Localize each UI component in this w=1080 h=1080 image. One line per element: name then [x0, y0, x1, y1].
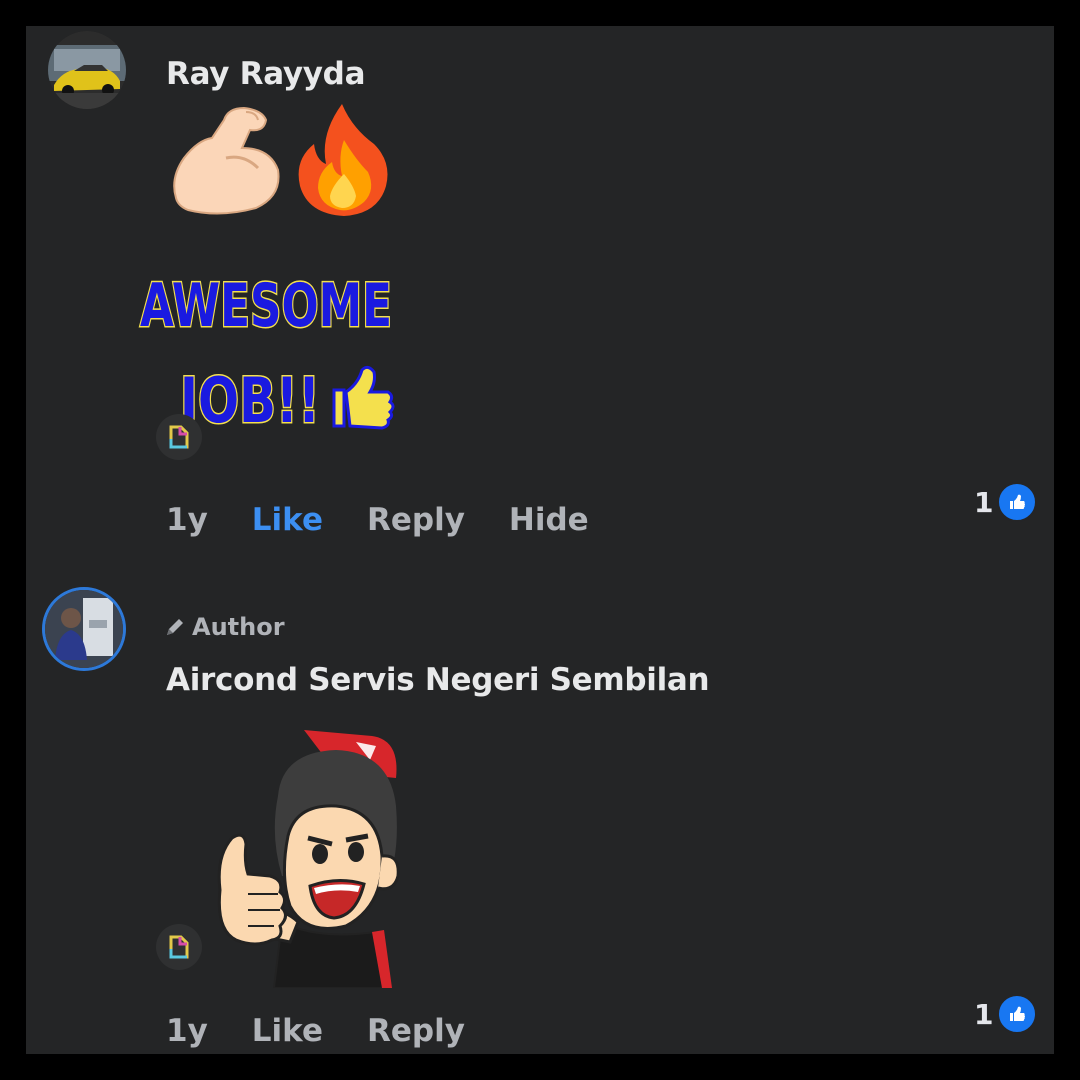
timestamp[interactable]: 1y: [166, 502, 208, 538]
avatar-car-image: [48, 31, 126, 109]
sticker-file-icon: [169, 425, 189, 449]
timestamp[interactable]: 1y: [166, 1013, 208, 1049]
emoji-row: [166, 98, 396, 222]
avatar-photo: [45, 590, 123, 668]
comment-author-name[interactable]: Ray Rayyda: [166, 56, 366, 92]
author-badge: Author: [164, 613, 285, 641]
reply-button[interactable]: Reply: [367, 1013, 465, 1049]
sticker-file-icon: [169, 935, 189, 959]
reaction-summary[interactable]: 1: [974, 994, 1038, 1034]
author-badge-label: Author: [192, 613, 285, 641]
avatar[interactable]: [48, 31, 126, 109]
thumbs-up-icon: [217, 833, 287, 946]
author-avatar[interactable]: [42, 587, 126, 671]
awesome-job-sticker[interactable]: AWESOME JOB!!: [136, 254, 396, 439]
sticker-badge: [156, 924, 202, 970]
flexed-biceps-icon: [173, 106, 280, 215]
comment-thread: Ray Rayyda AWESOME JOB!! 1y Like Reply H…: [26, 26, 1054, 1054]
reaction-count: 1: [974, 997, 994, 1031]
reply-button[interactable]: Reply: [367, 502, 465, 538]
fire-icon: [298, 104, 388, 216]
like-reaction-icon: [997, 482, 1038, 522]
pencil-icon: [167, 619, 183, 635]
sticker-line-1: AWESOME: [140, 271, 392, 341]
reaction-count: 1: [974, 485, 994, 519]
sticker-line-2: JOB!!: [177, 364, 320, 434]
comment-actions: 1y Like Reply Hide: [166, 502, 589, 538]
hide-button[interactable]: Hide: [509, 502, 589, 538]
like-reaction-icon: [997, 994, 1038, 1034]
thumbs-up-icon: [332, 365, 395, 430]
sticker-badge: [156, 414, 202, 460]
like-button[interactable]: Like: [252, 502, 323, 538]
like-button[interactable]: Like: [252, 1013, 323, 1049]
comment-author-name[interactable]: Aircond Servis Negeri Sembilan: [166, 662, 710, 698]
reaction-summary[interactable]: 1: [974, 482, 1038, 522]
comment-actions: 1y Like Reply: [166, 1013, 465, 1049]
thumbs-up-character-sticker[interactable]: [186, 726, 406, 992]
